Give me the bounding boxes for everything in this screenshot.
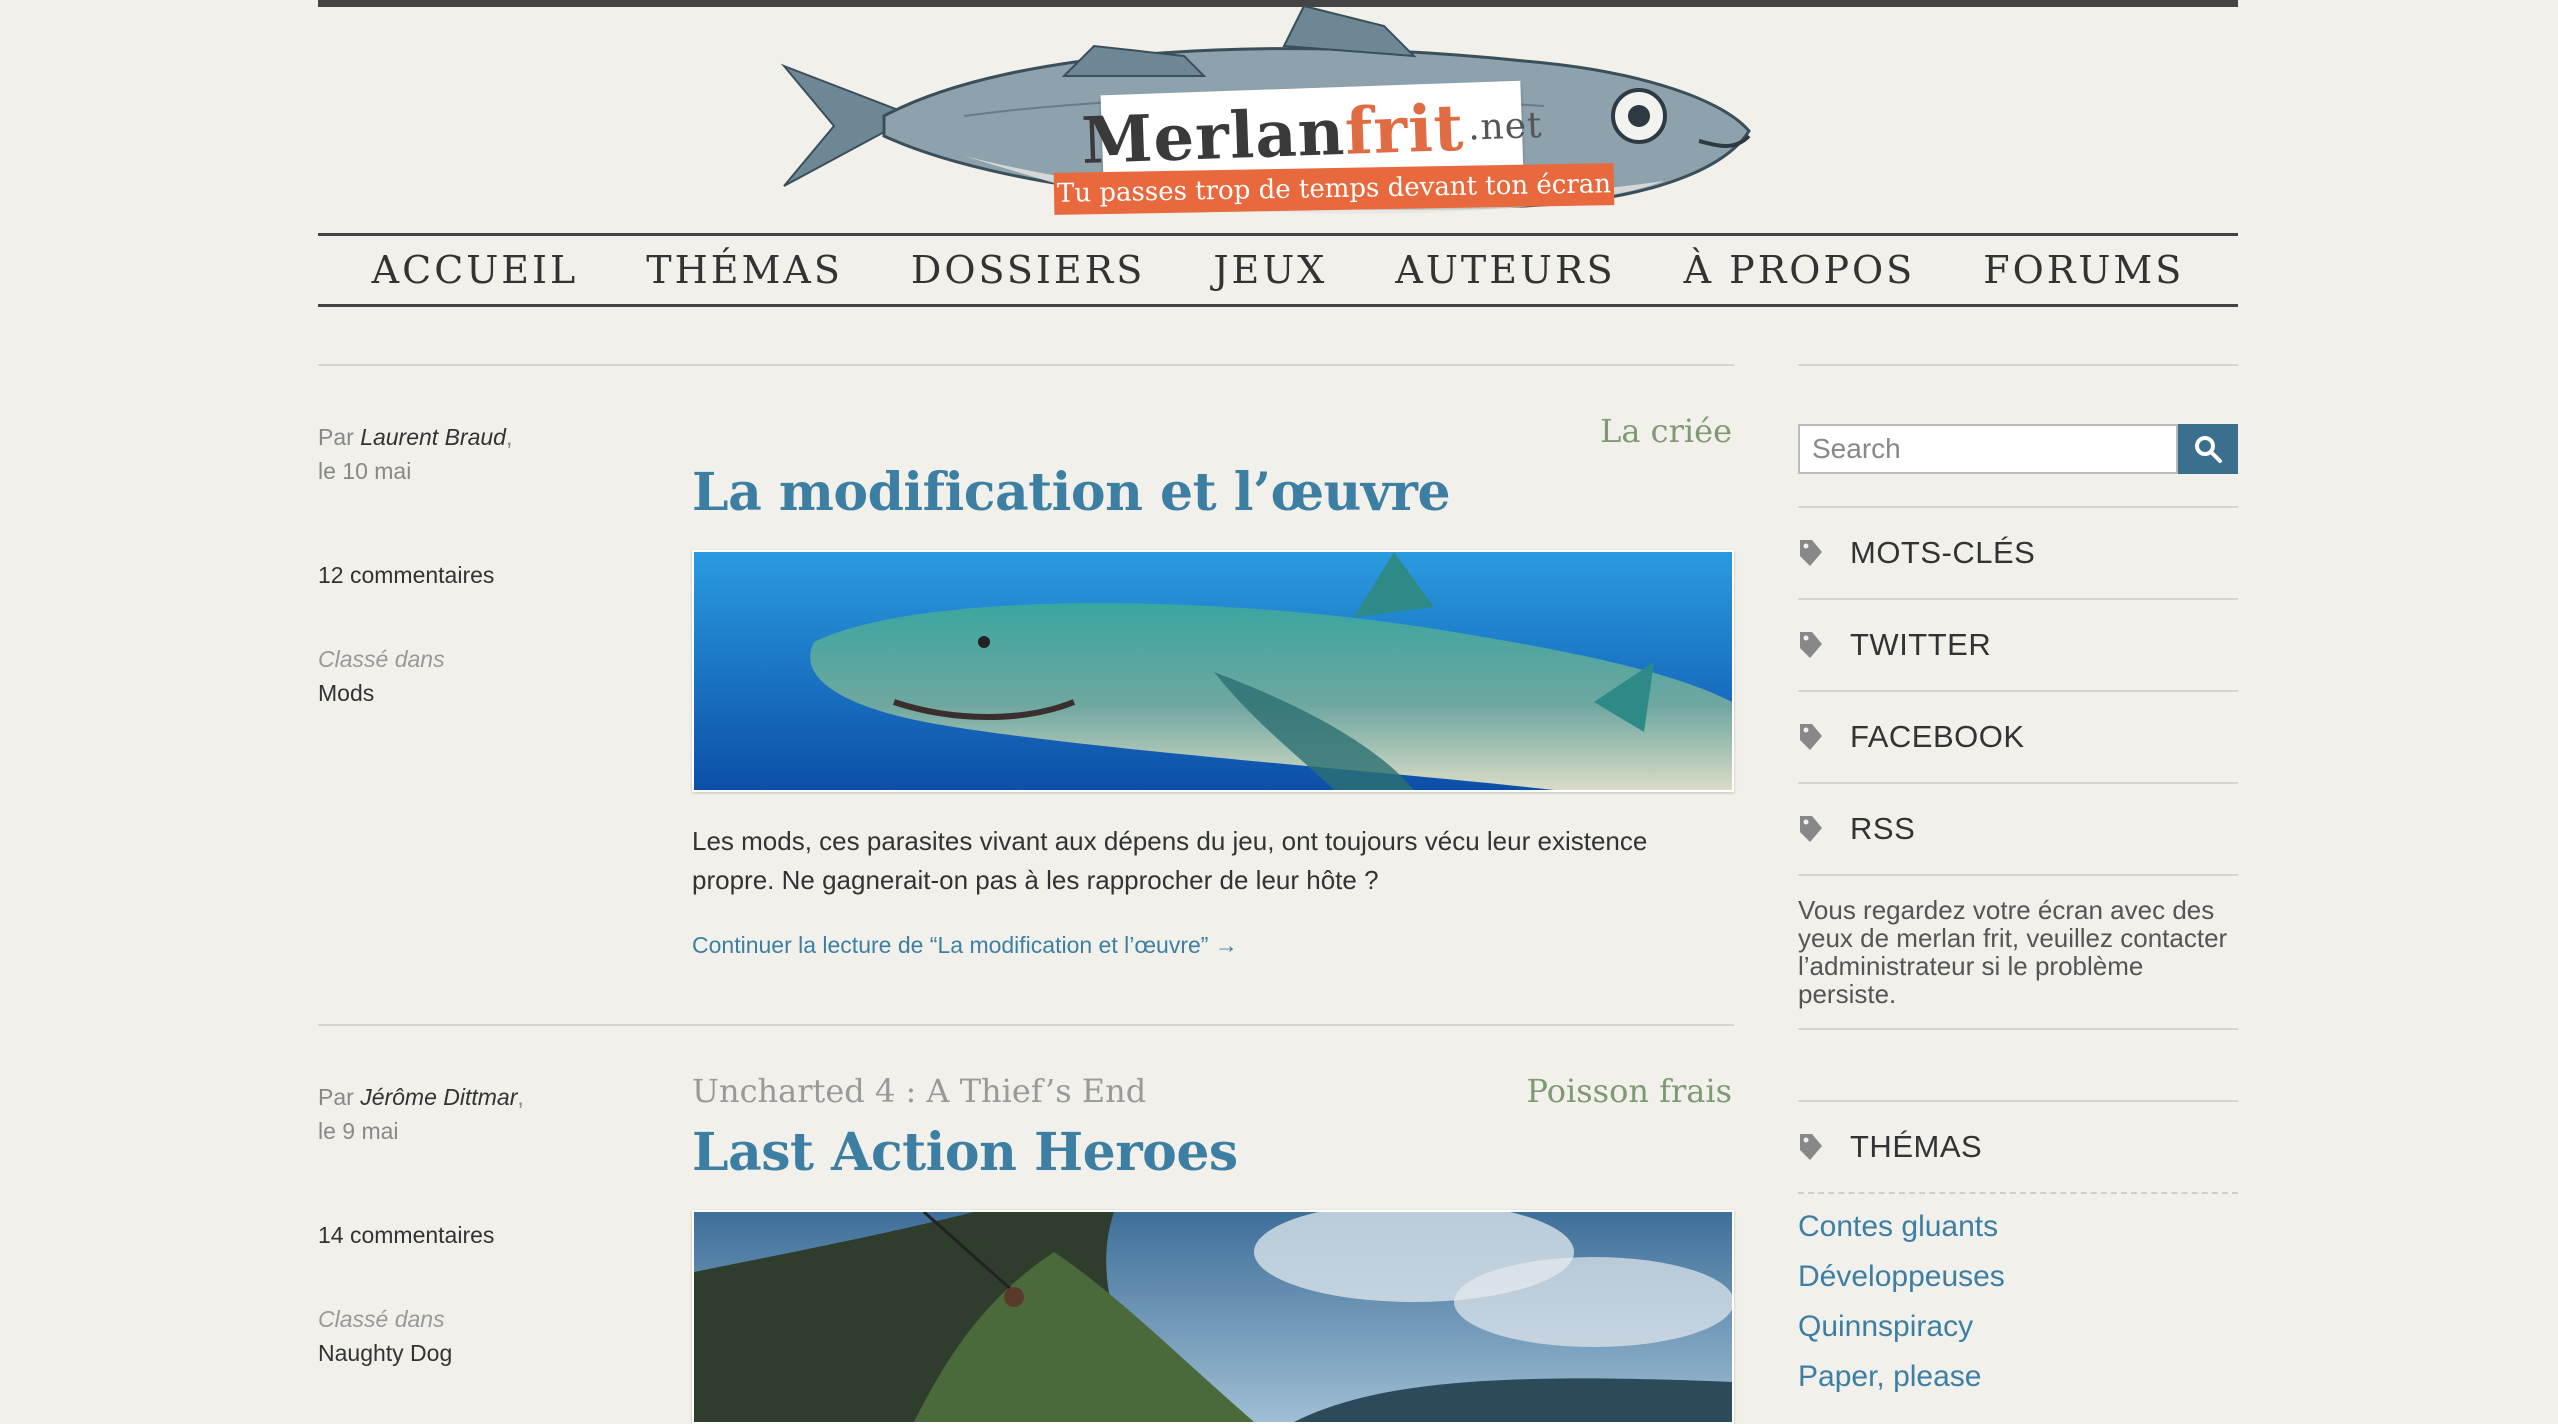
nav-accueil[interactable]: ACCUEIL — [338, 248, 613, 292]
thema-link[interactable]: Développeuses — [1798, 1260, 2005, 1294]
category-label: Classé dans — [318, 646, 445, 672]
thema-link[interactable]: Quinnspiracy — [1798, 1310, 1973, 1344]
post-article: Uncharted 4 : A Thief’s End Poisson frai… — [692, 1072, 1734, 1424]
sidebar-item-label: TWITTER — [1850, 627, 1992, 662]
tag-icon — [1798, 814, 1850, 844]
post-article: La criée La modification et l’œuvre Les … — [692, 412, 1734, 972]
sidebar-divider — [1798, 364, 2238, 366]
post-divider — [318, 1024, 1734, 1026]
sidebar-item-themas[interactable]: THÉMAS — [1798, 1102, 2238, 1192]
post-series[interactable]: Uncharted 4 : A Thief’s End — [692, 1072, 1146, 1110]
tag-icon — [1798, 1132, 1850, 1162]
post-excerpt: Les mods, ces parasites vivant aux dépen… — [692, 826, 1648, 895]
category-link[interactable]: Mods — [318, 676, 618, 710]
thema-link[interactable]: Paper, please — [1798, 1360, 1981, 1394]
search-icon — [2195, 436, 2222, 463]
uncharted-image — [694, 1212, 1732, 1422]
page: Merlan frit .net Tu passes trop de temps d… — [318, 0, 2238, 1424]
sidebar-item-label: FACEBOOK — [1850, 719, 2025, 754]
comments-link[interactable]: 14 commentaires — [318, 1218, 618, 1252]
logo-word-merlan: Merlan — [1080, 94, 1347, 179]
post-meta: Par Jérôme Dittmar, le 9 mai 14 commenta… — [318, 1080, 618, 1370]
author-link[interactable]: Jérôme Dittmar — [360, 1084, 517, 1110]
nav-forums[interactable]: FORUMS — [1949, 248, 2218, 292]
nav-a-propos[interactable]: À PROPOS — [1650, 248, 1950, 292]
tag-icon — [1798, 722, 1850, 752]
post-title[interactable]: Last Action Heroes — [692, 1122, 1238, 1183]
sidebar-item-label: THÉMAS — [1850, 1129, 1983, 1164]
category-link[interactable]: Naughty Dog — [318, 1336, 618, 1370]
tag-icon — [1798, 630, 1850, 660]
search-input[interactable] — [1798, 424, 2178, 474]
search-form — [1798, 424, 2238, 474]
sidebar-item-twitter[interactable]: TWITTER — [1798, 600, 2238, 690]
read-more-link[interactable]: Continuer la lecture de “La modification… — [692, 932, 1238, 959]
nav-auteurs[interactable]: AUTEURS — [1361, 248, 1649, 292]
sidebar-dashed-rule — [1798, 1192, 2238, 1194]
main-nav: ACCUEIL THÉMAS DOSSIERS JEUX AUTEURS À P… — [318, 233, 2238, 307]
tag-icon — [1798, 538, 1850, 568]
sidebar-item-facebook[interactable]: FACEBOOK — [1798, 692, 2238, 782]
post-title[interactable]: La modification et l’œuvre — [692, 462, 1451, 523]
nav-themas[interactable]: THÉMAS — [612, 248, 877, 292]
sidebar-item-rss[interactable]: RSS — [1798, 784, 2238, 874]
author-link[interactable]: Laurent Braud — [360, 424, 506, 450]
post-meta: Par Laurent Braud, le 10 mai 12 commenta… — [318, 420, 618, 710]
content-divider — [318, 364, 1734, 366]
sidebar-note: Vous regardez votre écran avec des yeux … — [1798, 895, 2228, 1009]
sidebar-item-mots-cles[interactable]: MOTS-CLÉS — [1798, 508, 2238, 598]
post-thumbnail-shark[interactable] — [692, 550, 1734, 792]
comments-link[interactable]: 12 commentaires — [318, 558, 618, 592]
post-thumbnail-uncharted[interactable] — [692, 1210, 1734, 1424]
search-button[interactable] — [2178, 424, 2238, 474]
nav-jeux[interactable]: JEUX — [1179, 248, 1361, 292]
nav-dossiers[interactable]: DOSSIERS — [877, 248, 1179, 292]
post-kicker[interactable]: La criée — [1600, 412, 1732, 450]
post-kicker[interactable]: Poisson frais — [1527, 1072, 1733, 1110]
post-date: le 10 mai — [318, 458, 412, 484]
sidebar-item-label: RSS — [1850, 811, 1916, 846]
category-label: Classé dans — [318, 1306, 445, 1332]
site-logo[interactable]: Merlan frit .net Tu passes trop de temps d… — [764, 6, 1764, 238]
by-label: Par — [318, 424, 354, 450]
sidebar-rule — [1798, 1028, 2238, 1030]
by-label: Par — [318, 1084, 354, 1110]
thema-link[interactable]: Contes gluants — [1798, 1210, 1998, 1244]
shark-image — [694, 552, 1732, 790]
post-date: le 9 mai — [318, 1118, 399, 1144]
sidebar-item-label: MOTS-CLÉS — [1850, 535, 2036, 570]
logo-word-net: .net — [1467, 104, 1544, 149]
logo-word-frit: frit — [1343, 90, 1466, 170]
sidebar-rule — [1798, 874, 2238, 876]
